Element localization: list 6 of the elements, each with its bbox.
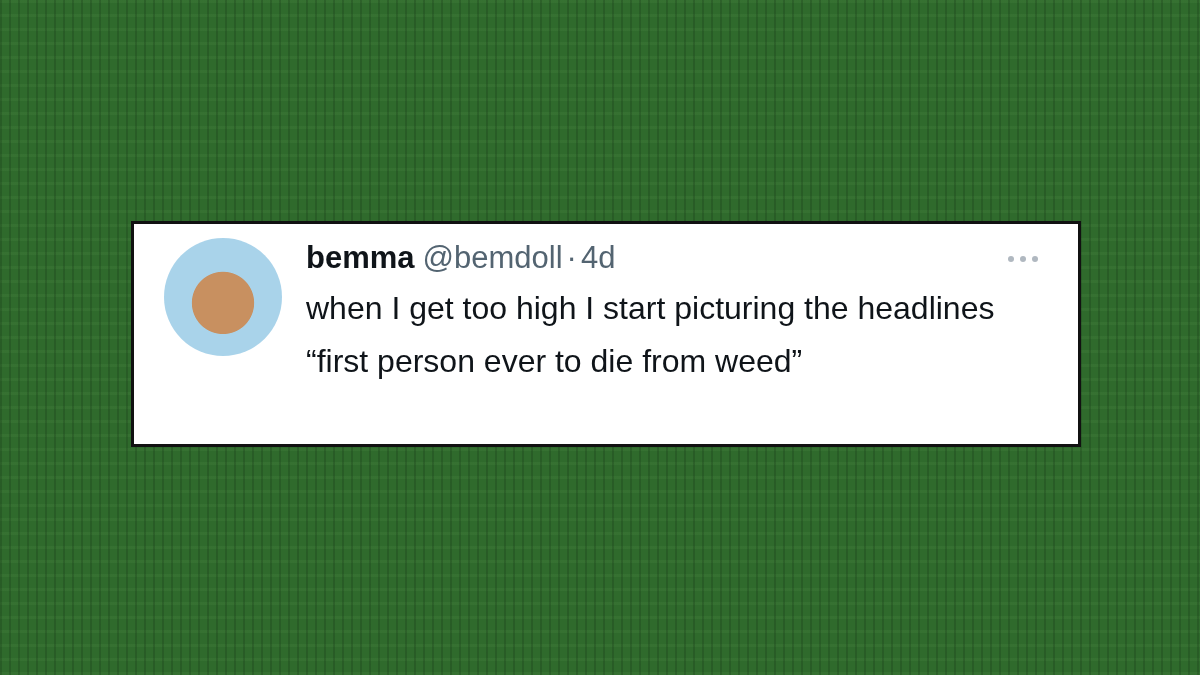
more-options-icon[interactable] [1006,254,1040,264]
user-handle[interactable]: @bemdoll [422,238,563,278]
tweet-time[interactable]: 4d [580,238,616,278]
tweet-text: when I get too high I start picturing the headlines “first person ever to die from weed” [306,289,996,381]
separator-dot: · [566,239,577,277]
display-name[interactable]: bemma [306,238,415,278]
